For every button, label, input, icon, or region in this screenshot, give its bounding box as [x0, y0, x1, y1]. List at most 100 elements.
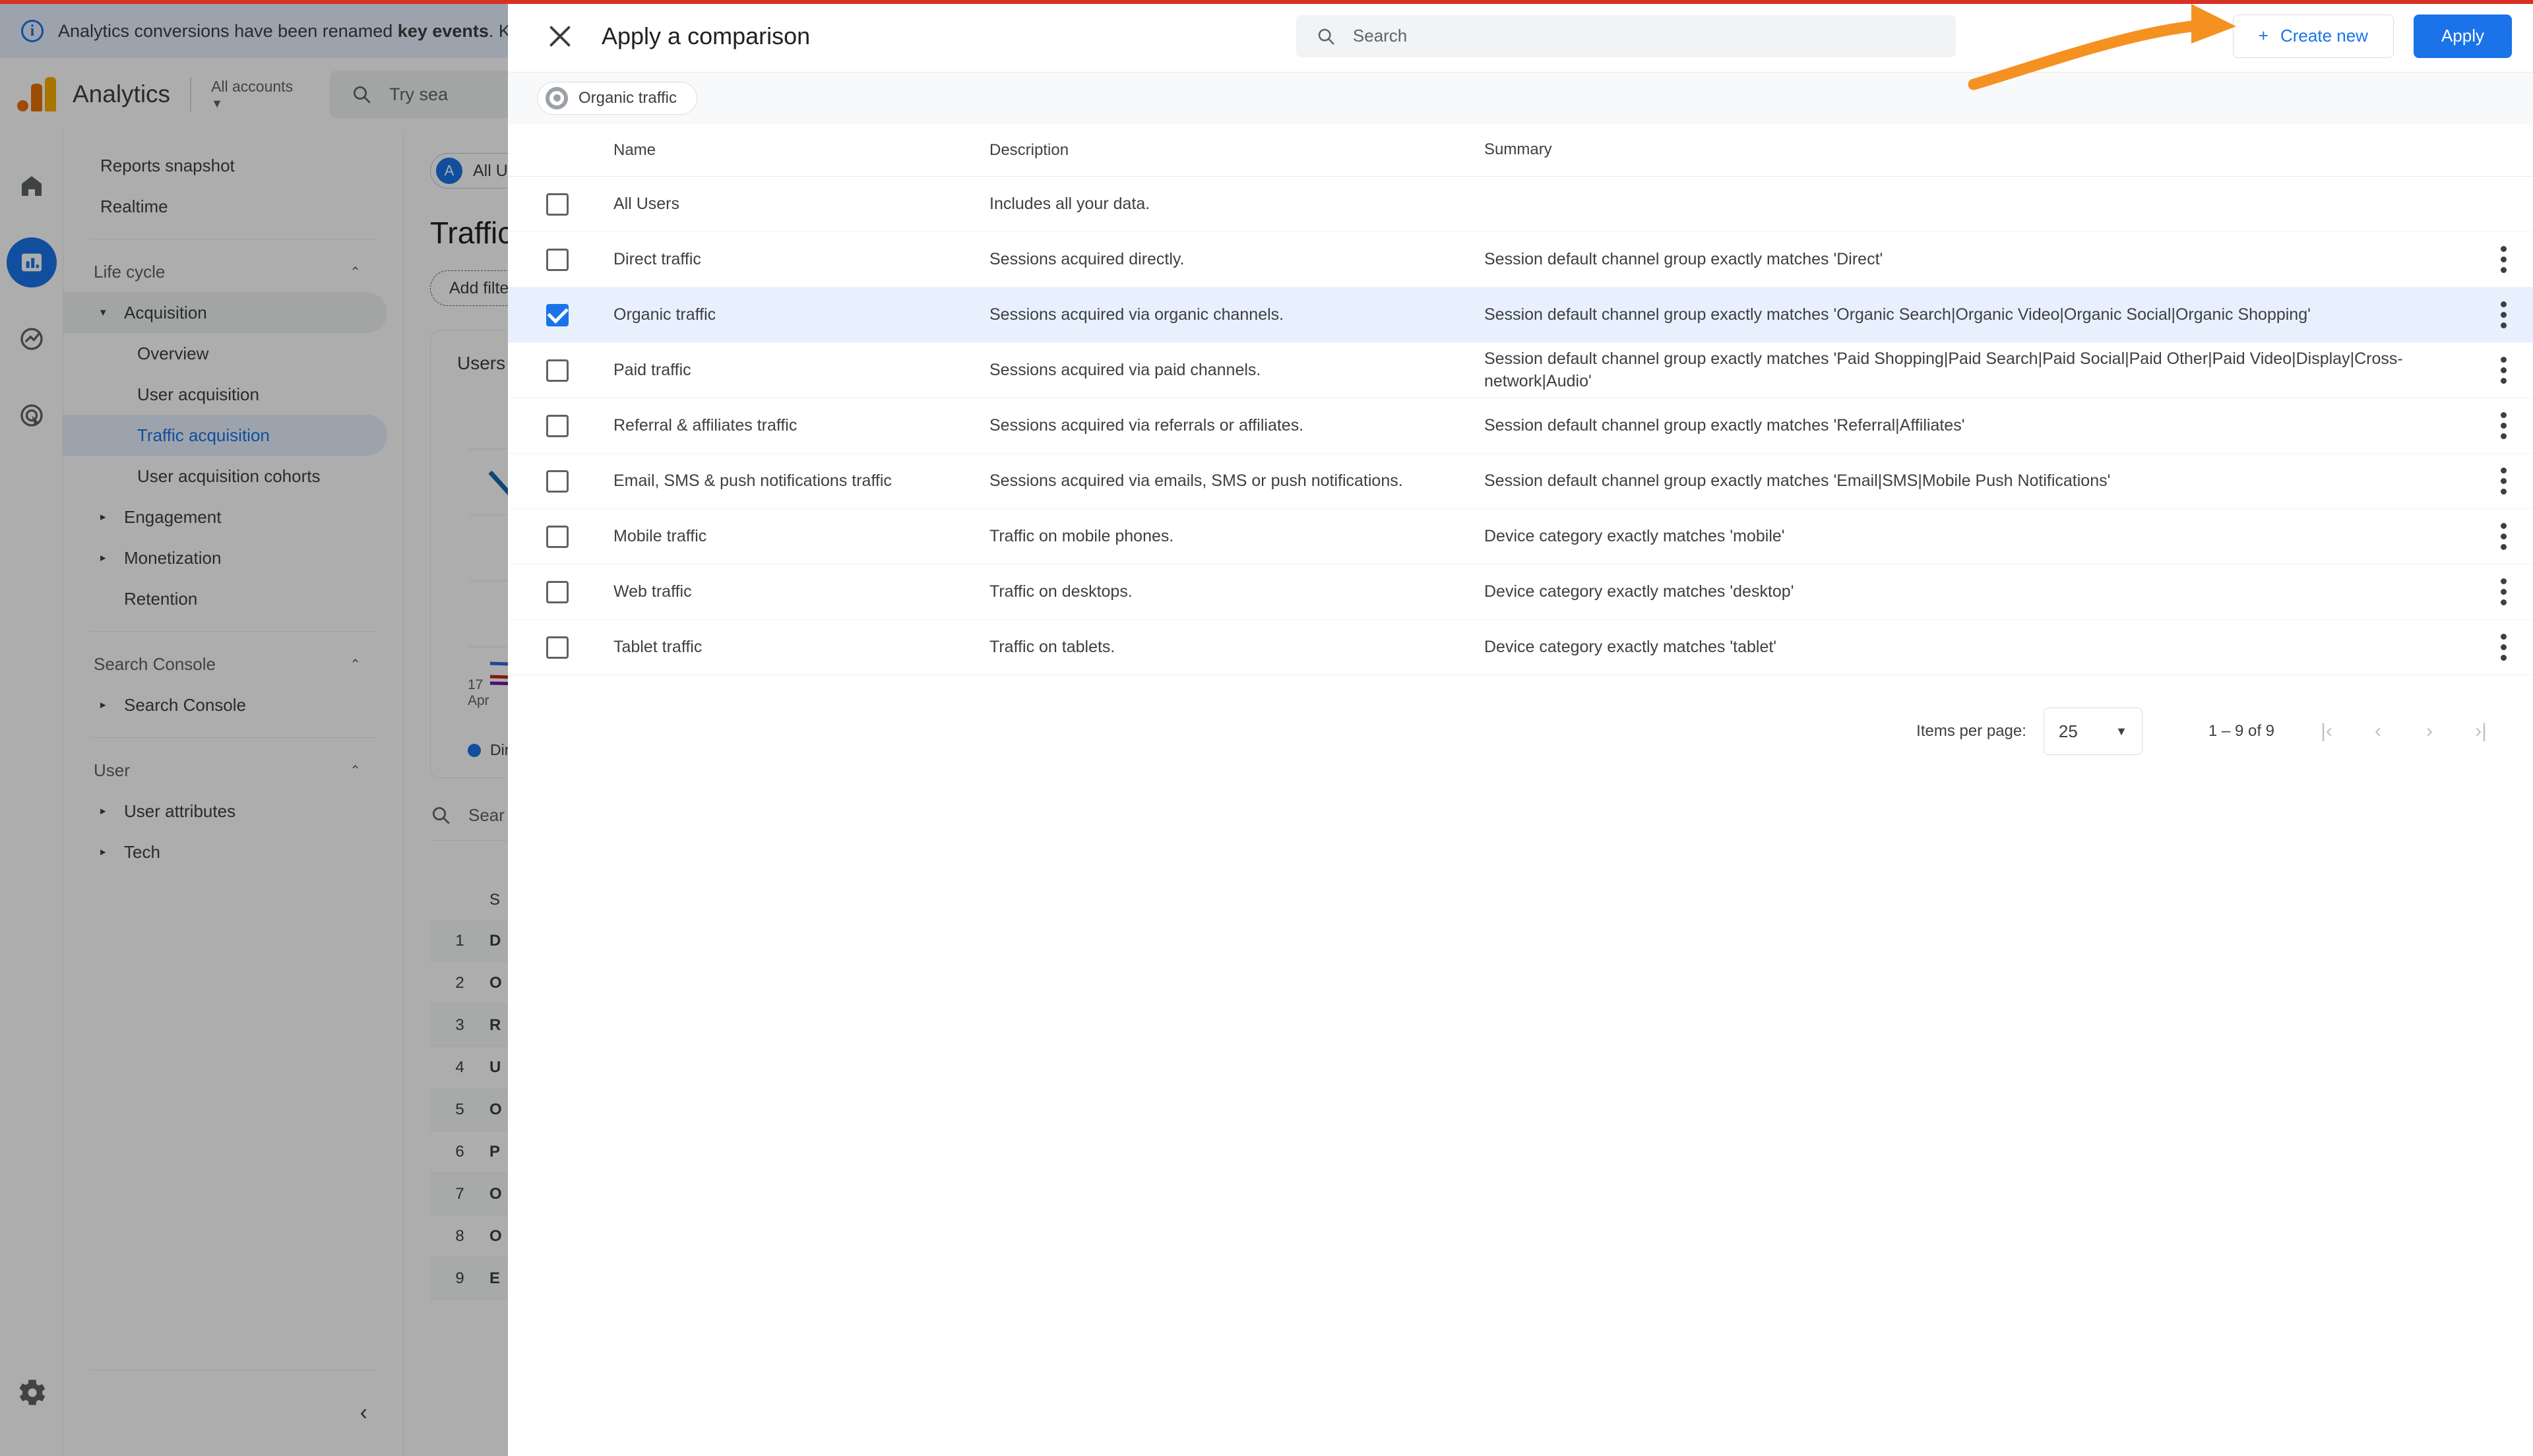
row-more-menu[interactable]: [2474, 412, 2533, 439]
plus-icon: +: [2258, 26, 2268, 46]
items-per-page-label: Items per page:: [1916, 722, 2026, 740]
table-row[interactable]: Paid traffic Sessions acquired via paid …: [508, 343, 2533, 398]
more-vert-icon: [2500, 634, 2507, 661]
row-more-menu[interactable]: [2474, 468, 2533, 495]
pagination-range-label: 1 – 9 of 9: [2208, 722, 2274, 740]
row-checkbox-cell[interactable]: [508, 248, 607, 271]
row-checkbox[interactable]: [546, 580, 569, 603]
top-accent-strip: [0, 0, 2533, 4]
row-name: Email, SMS & push notifications traffic: [613, 471, 892, 490]
row-summary: Session default channel group exactly ma…: [1484, 305, 2311, 324]
table-header-row: Name Description Summary: [508, 124, 2533, 177]
row-description: Includes all your data.: [989, 195, 1150, 213]
last-page-icon[interactable]: ›|: [2455, 706, 2507, 757]
row-checkbox-cell[interactable]: [508, 636, 607, 659]
search-input[interactable]: [1352, 26, 1936, 46]
table-row[interactable]: Mobile traffic Traffic on mobile phones.…: [508, 509, 2533, 564]
items-per-page-value: 25: [2058, 721, 2078, 741]
row-summary: Device category exactly matches 'tablet': [1484, 637, 1777, 656]
more-vert-icon: [2500, 468, 2507, 495]
column-header-description: Description: [989, 140, 1069, 159]
row-checkbox[interactable]: [546, 636, 569, 659]
row-name: Mobile traffic: [613, 527, 707, 545]
row-summary: Session default channel group exactly ma…: [1484, 349, 2403, 390]
row-checkbox[interactable]: [546, 525, 569, 548]
applied-comparison-chip[interactable]: Organic traffic: [537, 81, 697, 115]
table-row[interactable]: Web traffic Traffic on desktops. Device …: [508, 564, 2533, 620]
row-more-menu[interactable]: [2474, 578, 2533, 605]
row-more-menu[interactable]: [2474, 301, 2533, 328]
row-name: Web traffic: [613, 582, 692, 601]
apply-comparison-dialog: Apply a comparison + Create new Apply Or…: [508, 0, 2533, 1456]
row-checkbox[interactable]: [546, 248, 569, 271]
comparison-ring-icon: [546, 86, 568, 109]
comparisons-table: Name Description Summary All Users Inclu…: [508, 124, 2533, 675]
row-checkbox-cell[interactable]: [508, 193, 607, 216]
dialog-header: Apply a comparison + Create new Apply: [508, 0, 2533, 73]
row-description: Traffic on mobile phones.: [989, 527, 1174, 545]
table-row[interactable]: Tablet traffic Traffic on tablets. Devic…: [508, 620, 2533, 675]
row-summary: Device category exactly matches 'mobile': [1484, 526, 1785, 545]
more-vert-icon: [2500, 523, 2507, 550]
more-vert-icon: [2500, 578, 2507, 605]
chevron-down-icon: ▼: [2115, 724, 2127, 738]
row-name: Paid traffic: [613, 361, 691, 379]
row-checkbox[interactable]: [546, 303, 569, 326]
row-description: Sessions acquired via paid channels.: [989, 361, 1261, 379]
row-name: Tablet traffic: [613, 638, 703, 656]
row-summary: Session default channel group exactly ma…: [1484, 415, 1965, 435]
column-header-name: Name: [613, 140, 656, 159]
row-checkbox-cell[interactable]: [508, 359, 607, 382]
pagination-bar: Items per page: 25 ▼ 1 – 9 of 9 |‹ ‹ › ›…: [508, 675, 2533, 757]
row-checkbox[interactable]: [546, 470, 569, 493]
row-more-menu[interactable]: [2474, 523, 2533, 550]
more-vert-icon: [2500, 357, 2507, 384]
row-checkbox[interactable]: [546, 359, 569, 382]
row-checkbox[interactable]: [546, 414, 569, 437]
row-checkbox-cell[interactable]: [508, 414, 607, 437]
create-new-button[interactable]: + Create new: [2232, 14, 2394, 58]
apply-button[interactable]: Apply: [2413, 14, 2512, 58]
applied-comparison-label: Organic traffic: [579, 88, 677, 107]
items-per-page-select[interactable]: 25 ▼: [2043, 708, 2142, 755]
row-checkbox[interactable]: [546, 193, 569, 216]
row-description: Sessions acquired via organic channels.: [989, 305, 1284, 324]
next-page-icon[interactable]: ›: [2404, 706, 2455, 757]
table-row[interactable]: All Users Includes all your data.: [508, 177, 2533, 232]
row-more-menu[interactable]: [2474, 246, 2533, 273]
row-name: All Users: [613, 195, 680, 213]
close-icon[interactable]: [541, 17, 579, 55]
modal-scrim[interactable]: [0, 0, 508, 1456]
row-description: Sessions acquired via referrals or affil…: [989, 416, 1304, 435]
row-description: Sessions acquired via emails, SMS or pus…: [989, 471, 1403, 490]
row-summary: Session default channel group exactly ma…: [1484, 249, 1883, 268]
row-checkbox-cell[interactable]: [508, 303, 607, 326]
row-name: Referral & affiliates traffic: [613, 416, 797, 435]
row-description: Traffic on tablets.: [989, 638, 1115, 656]
row-checkbox-cell[interactable]: [508, 580, 607, 603]
row-checkbox-cell[interactable]: [508, 525, 607, 548]
row-checkbox-cell[interactable]: [508, 470, 607, 493]
row-more-menu[interactable]: [2474, 634, 2533, 661]
column-header-summary: Summary: [1484, 140, 1552, 159]
prev-page-icon[interactable]: ‹: [2352, 706, 2404, 757]
dialog-title: Apply a comparison: [602, 22, 811, 49]
row-summary: Session default channel group exactly ma…: [1484, 471, 2111, 490]
table-row[interactable]: Email, SMS & push notifications traffic …: [508, 454, 2533, 509]
row-description: Traffic on desktops.: [989, 582, 1133, 601]
row-name: Organic traffic: [613, 305, 716, 324]
table-row[interactable]: Referral & affiliates traffic Sessions a…: [508, 398, 2533, 454]
table-row[interactable]: Organic traffic Sessions acquired via or…: [508, 288, 2533, 343]
create-new-label: Create new: [2280, 26, 2368, 46]
row-summary: Device category exactly matches 'desktop…: [1484, 582, 1794, 601]
more-vert-icon: [2500, 246, 2507, 273]
search-icon: [1318, 28, 1334, 45]
applied-comparisons-bar: Organic traffic: [508, 73, 2533, 124]
more-vert-icon: [2500, 412, 2507, 439]
apply-label: Apply: [2441, 26, 2484, 46]
row-more-menu[interactable]: [2474, 357, 2533, 384]
comparison-search-box[interactable]: [1296, 15, 1956, 57]
first-page-icon[interactable]: |‹: [2301, 706, 2352, 757]
row-name: Direct traffic: [613, 250, 701, 268]
table-row[interactable]: Direct traffic Sessions acquired directl…: [508, 232, 2533, 288]
